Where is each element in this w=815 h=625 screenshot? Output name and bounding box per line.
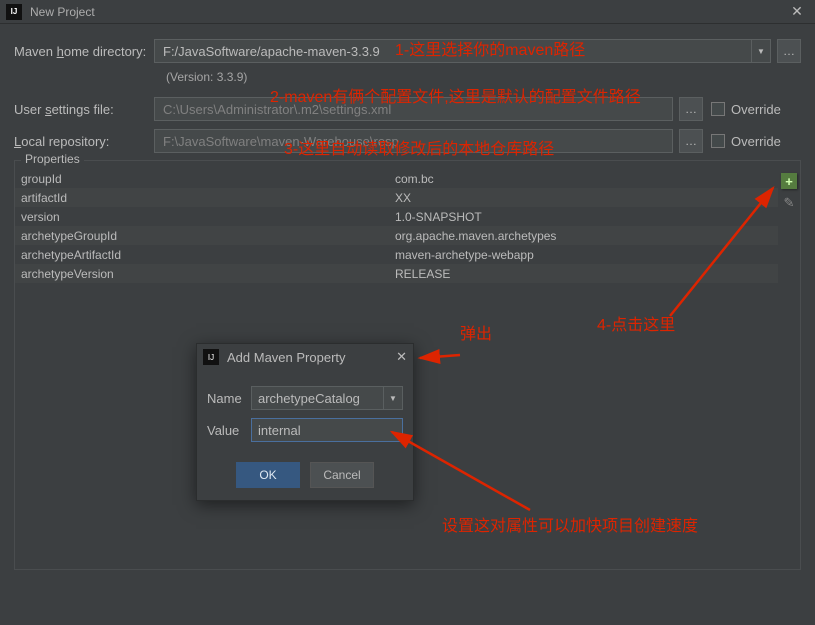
edit-icon[interactable]: ✎	[784, 195, 795, 211]
local-repo-field[interactable]: F:\JavaSoftware\maven-Warehouse\resp	[154, 129, 673, 153]
row-user-settings: User settings file: C:\Users\Administrat…	[14, 96, 801, 122]
maven-home-field[interactable]: F:/JavaSoftware/apache-maven-3.3.9	[154, 39, 751, 63]
property-value: org.apache.maven.archetypes	[395, 229, 778, 243]
override-label: Override	[731, 102, 781, 117]
row-maven-home: Maven home directory: F:/JavaSoftware/ap…	[14, 38, 801, 64]
close-icon[interactable]: ✕	[396, 349, 407, 365]
override-local-repo[interactable]: Override	[711, 134, 801, 149]
dialog-row-value: Value internal	[207, 416, 403, 444]
maven-home-select[interactable]: F:/JavaSoftware/apache-maven-3.3.9 ▼	[154, 39, 771, 63]
user-settings-label: User settings file:	[14, 102, 154, 117]
dialog-name-label: Name	[207, 391, 251, 406]
titlebar: IJ New Project ✕	[0, 0, 815, 24]
property-value: com.bc	[395, 172, 778, 186]
chevron-down-icon[interactable]: ▼	[751, 39, 771, 63]
checkbox[interactable]	[711, 134, 725, 148]
dialog-value-label: Value	[207, 423, 251, 438]
dialog-name-select[interactable]: archetypeCatalog ▼	[251, 386, 403, 410]
close-icon[interactable]: ✕	[785, 3, 809, 20]
browse-button[interactable]: …	[777, 39, 801, 63]
dialog-title: Add Maven Property	[227, 350, 346, 365]
table-row[interactable]: version1.0-SNAPSHOT	[15, 207, 778, 226]
dialog-body: Name archetypeCatalog ▼ Value internal	[197, 370, 413, 454]
property-key: version	[15, 210, 395, 224]
properties-tools: + ✎	[778, 169, 800, 283]
maven-version-info: (Version: 3.3.9)	[166, 70, 801, 84]
dialog-value-field[interactable]: internal	[251, 418, 403, 442]
add-icon[interactable]: +	[781, 173, 797, 189]
override-label: Override	[731, 134, 781, 149]
app-icon: IJ	[203, 349, 219, 365]
properties-table: groupIdcom.bcartifactIdXXversion1.0-SNAP…	[15, 169, 778, 283]
property-key: archetypeGroupId	[15, 229, 395, 243]
ok-button[interactable]: OK	[236, 462, 300, 488]
properties-title: Properties	[21, 152, 84, 166]
cancel-button[interactable]: Cancel	[310, 462, 374, 488]
property-key: archetypeVersion	[15, 267, 395, 281]
table-row[interactable]: archetypeVersionRELEASE	[15, 264, 778, 283]
title: New Project	[30, 5, 95, 19]
property-value: maven-archetype-webapp	[395, 248, 778, 262]
app-icon: IJ	[6, 4, 22, 20]
checkbox[interactable]	[711, 102, 725, 116]
row-local-repo: Local repository: F:\JavaSoftware\maven-…	[14, 128, 801, 154]
property-value: XX	[395, 191, 778, 205]
properties-body: groupIdcom.bcartifactIdXXversion1.0-SNAP…	[15, 161, 800, 283]
property-key: archetypeArtifactId	[15, 248, 395, 262]
property-value: 1.0-SNAPSHOT	[395, 210, 778, 224]
dialog-titlebar: IJ Add Maven Property ✕	[197, 344, 413, 370]
browse-button[interactable]: …	[679, 129, 703, 153]
browse-button[interactable]: …	[679, 97, 703, 121]
property-value: RELEASE	[395, 267, 778, 281]
dialog-row-name: Name archetypeCatalog ▼	[207, 384, 403, 412]
property-key: artifactId	[15, 191, 395, 205]
local-repo-label: Local repository:	[14, 134, 154, 149]
table-row[interactable]: archetypeGroupIdorg.apache.maven.archety…	[15, 226, 778, 245]
table-row[interactable]: artifactIdXX	[15, 188, 778, 207]
property-key: groupId	[15, 172, 395, 186]
chevron-down-icon[interactable]: ▼	[383, 386, 403, 410]
add-maven-property-dialog: IJ Add Maven Property ✕ Name archetypeCa…	[196, 343, 414, 501]
user-settings-field[interactable]: C:\Users\Administrator\.m2\settings.xml	[154, 97, 673, 121]
table-row[interactable]: archetypeArtifactIdmaven-archetype-webap…	[15, 245, 778, 264]
dialog-name-field[interactable]: archetypeCatalog	[251, 386, 383, 410]
dialog-buttons: OK Cancel	[197, 454, 413, 500]
table-row[interactable]: groupIdcom.bc	[15, 169, 778, 188]
maven-home-label: Maven home directory:	[14, 44, 154, 59]
override-user-settings[interactable]: Override	[711, 102, 801, 117]
